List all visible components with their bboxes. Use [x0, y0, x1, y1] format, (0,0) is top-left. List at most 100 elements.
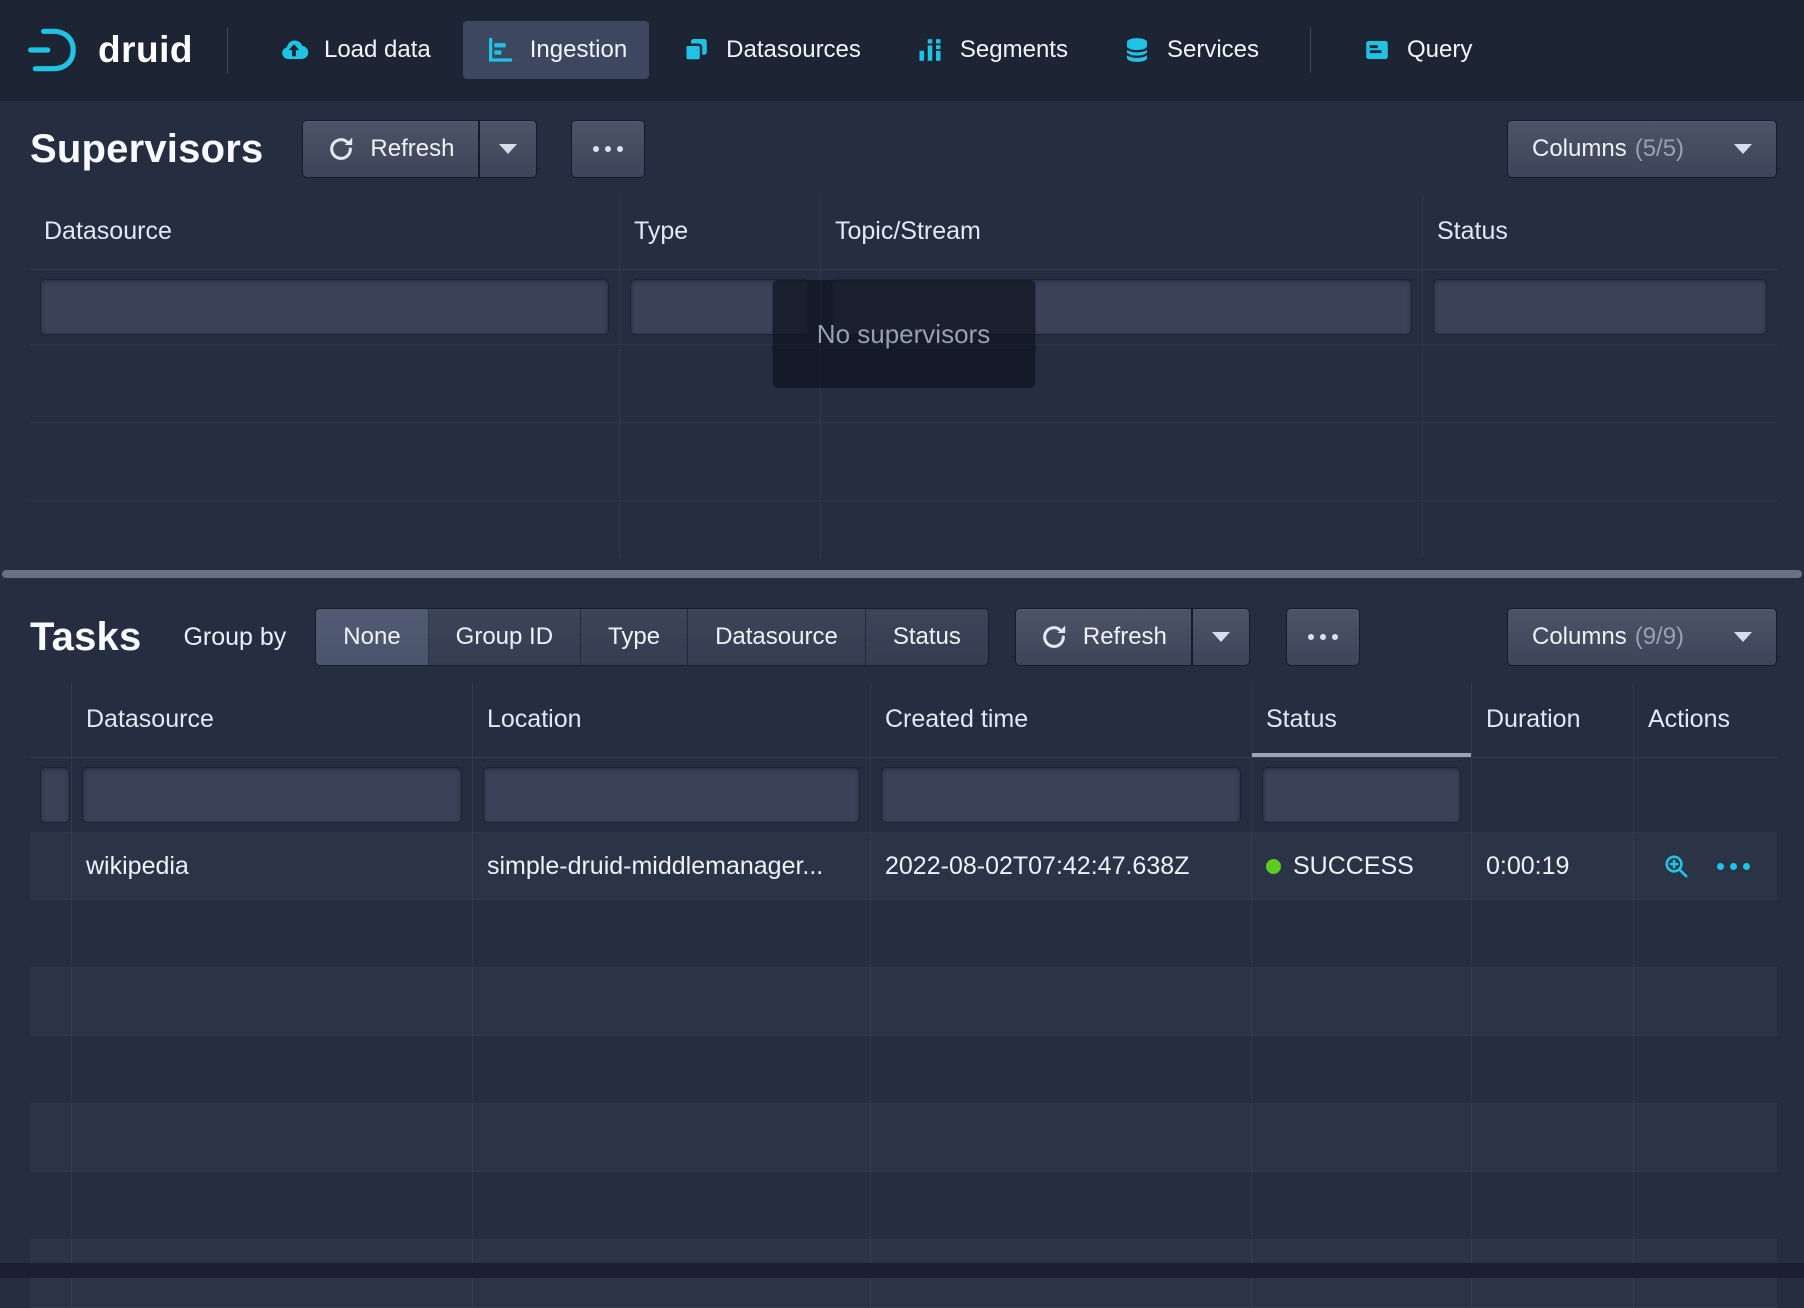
- column-header-actions[interactable]: Actions: [1634, 682, 1777, 757]
- supervisors-filter-row: [30, 270, 1777, 345]
- supervisors-toolbar: Supervisors Refresh Columns(5/5): [0, 100, 1804, 194]
- supervisors-refresh-button[interactable]: Refresh: [303, 121, 478, 177]
- empty-row: [30, 1104, 1777, 1172]
- filter-datasource-input[interactable]: [83, 768, 461, 822]
- task-more-actions-icon[interactable]: [1717, 863, 1750, 870]
- column-header-topic-stream[interactable]: Topic/Stream: [821, 194, 1423, 269]
- column-header-status[interactable]: Status: [1252, 682, 1472, 757]
- tasks-more-button[interactable]: [1287, 609, 1359, 665]
- filter-status-input[interactable]: [1434, 280, 1766, 334]
- task-datasource-cell[interactable]: wikipedia: [72, 833, 473, 899]
- empty-row: [30, 1172, 1777, 1240]
- nav-item-load-data[interactable]: Load data: [257, 21, 453, 79]
- nav-item-ingestion[interactable]: Ingestion: [463, 21, 649, 79]
- ingestion-chart-icon: [485, 35, 515, 65]
- tasks-table: Datasource Location Created time Status …: [30, 682, 1777, 1308]
- tasks-columns-button[interactable]: Columns(9/9): [1508, 609, 1776, 665]
- column-header-datasource[interactable]: Datasource: [30, 194, 620, 269]
- empty-row: [30, 423, 1777, 501]
- refresh-label: Refresh: [1083, 623, 1167, 651]
- columns-label: Columns(9/9): [1532, 623, 1684, 651]
- nav-item-label: Ingestion: [530, 36, 627, 64]
- column-header-location[interactable]: Location: [473, 682, 871, 757]
- console-icon: [1362, 35, 1392, 65]
- supervisors-refresh-group: Refresh: [303, 121, 536, 177]
- supervisors-table-header: Datasource Type Topic/Stream Status: [30, 194, 1777, 270]
- nav-item-label: Datasources: [726, 36, 861, 64]
- filter-datasource-input[interactable]: [41, 280, 608, 334]
- empty-row: [30, 501, 1777, 558]
- task-actions-cell: [1634, 833, 1777, 899]
- filter-first-input[interactable]: [41, 768, 69, 822]
- supervisors-title: Supervisors: [30, 127, 263, 172]
- supervisors-columns-button[interactable]: Columns(5/5): [1508, 121, 1776, 177]
- group-by-label: Group by: [183, 623, 286, 652]
- tasks-refresh-button[interactable]: Refresh: [1016, 609, 1191, 665]
- caret-down-icon: [1734, 632, 1752, 642]
- filter-location-input[interactable]: [484, 768, 859, 822]
- tasks-title: Tasks: [30, 615, 141, 660]
- caret-down-icon: [1212, 632, 1230, 642]
- nav-item-label: Load data: [324, 36, 431, 64]
- more-dots-icon: [1308, 634, 1338, 640]
- caret-down-icon: [499, 144, 517, 154]
- tasks-filter-row: [30, 758, 1777, 833]
- filter-topic-stream-input[interactable]: [832, 280, 1411, 334]
- cloud-upload-icon: [279, 35, 309, 65]
- nav-item-label: Services: [1167, 36, 1259, 64]
- nav-item-query[interactable]: Query: [1340, 21, 1494, 79]
- stacked-squares-icon: [681, 35, 711, 65]
- task-created-time-cell[interactable]: 2022-08-02T07:42:47.638Z: [871, 833, 1252, 899]
- brand-text: druid: [98, 29, 193, 71]
- supervisors-table: Datasource Type Topic/Stream Status No s…: [30, 194, 1777, 558]
- task-row-wikipedia[interactable]: wikipedia simple-druid-middlemanager... …: [30, 833, 1777, 900]
- filter-created-time-input[interactable]: [882, 768, 1240, 822]
- search-plus-icon[interactable]: [1662, 852, 1691, 881]
- column-header-blank: [30, 682, 72, 757]
- task-duration-cell: 0:00:19: [1472, 833, 1634, 899]
- supervisors-refresh-interval-button[interactable]: [480, 121, 536, 177]
- tasks-refresh-interval-button[interactable]: [1193, 609, 1249, 665]
- empty-row: [30, 968, 1777, 1036]
- druid-logo-icon: [26, 26, 82, 74]
- tasks-toolbar: Tasks Group by None Group ID Type Dataso…: [0, 588, 1804, 682]
- task-location-cell[interactable]: simple-druid-middlemanager...: [473, 833, 871, 899]
- group-by-status-button[interactable]: Status: [866, 609, 988, 665]
- column-header-duration[interactable]: Duration: [1472, 682, 1634, 757]
- nav-item-label: Segments: [960, 36, 1068, 64]
- group-by-segmented-control: None Group ID Type Datasource Status: [316, 609, 988, 665]
- tasks-refresh-group: Refresh: [1016, 609, 1249, 665]
- bar-chart-icon: [915, 35, 945, 65]
- tasks-table-header: Datasource Location Created time Status …: [30, 682, 1777, 758]
- refresh-label: Refresh: [370, 135, 454, 163]
- empty-row: [30, 345, 1777, 423]
- navbar-divider: [1310, 27, 1311, 73]
- column-header-created-time[interactable]: Created time: [871, 682, 1252, 757]
- group-by-none-button[interactable]: None: [316, 609, 428, 665]
- database-icon: [1122, 35, 1152, 65]
- druid-logo[interactable]: druid: [26, 26, 193, 74]
- group-by-group-id-button[interactable]: Group ID: [429, 609, 581, 665]
- column-header-status[interactable]: Status: [1423, 194, 1777, 269]
- more-dots-icon: [593, 146, 623, 152]
- success-dot-icon: [1266, 859, 1281, 874]
- nav-item-services[interactable]: Services: [1100, 21, 1281, 79]
- bottom-strip: [0, 1263, 1804, 1278]
- refresh-icon: [327, 135, 355, 163]
- horizontal-scrollbar[interactable]: [2, 570, 1802, 578]
- filter-status-input[interactable]: [1263, 768, 1460, 822]
- column-header-type[interactable]: Type: [620, 194, 821, 269]
- supervisors-more-button[interactable]: [572, 121, 644, 177]
- filter-type-input[interactable]: [631, 280, 809, 334]
- navbar-divider: [227, 27, 228, 73]
- group-by-type-button[interactable]: Type: [581, 609, 688, 665]
- top-navbar: druid Load data Ingestion Datasources Se…: [0, 0, 1804, 100]
- empty-row: [30, 900, 1777, 968]
- nav-item-segments[interactable]: Segments: [893, 21, 1090, 79]
- group-by-datasource-button[interactable]: Datasource: [688, 609, 866, 665]
- nav-item-label: Query: [1407, 36, 1472, 64]
- nav-item-datasources[interactable]: Datasources: [659, 21, 883, 79]
- columns-label: Columns(5/5): [1532, 135, 1684, 163]
- task-status-cell[interactable]: SUCCESS: [1252, 833, 1472, 899]
- column-header-datasource[interactable]: Datasource: [72, 682, 473, 757]
